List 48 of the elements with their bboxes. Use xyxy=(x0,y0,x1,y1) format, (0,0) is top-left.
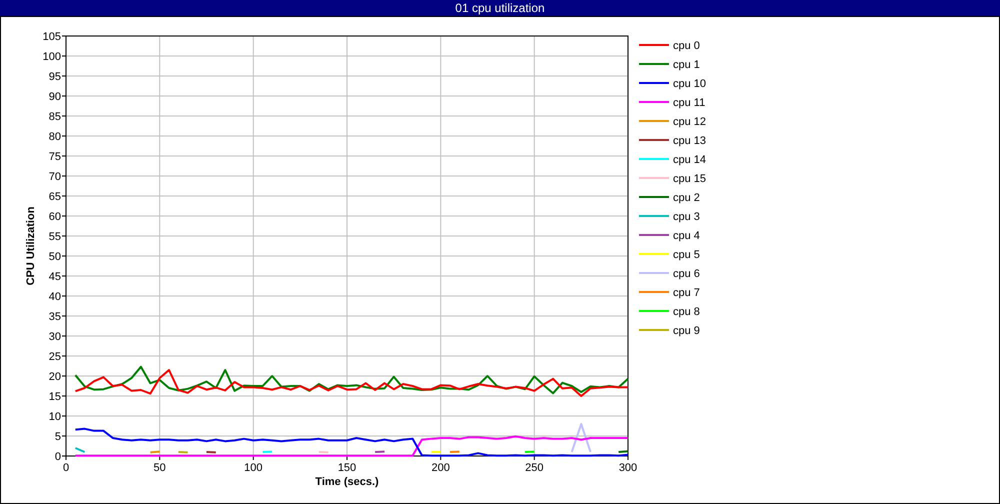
x-tick-label: 250 xyxy=(525,462,544,474)
y-tick-label: 20 xyxy=(48,371,61,383)
y-tick-label: 75 xyxy=(48,151,61,163)
y-tick-label: 50 xyxy=(48,251,61,263)
x-tick-label: 300 xyxy=(618,462,638,474)
y-tick-label: 40 xyxy=(48,291,61,303)
y-tick-label: 25 xyxy=(48,351,61,363)
y-tick-label: 65 xyxy=(48,191,61,203)
y-tick-label: 10 xyxy=(48,411,61,423)
y-tick-label: 85 xyxy=(48,111,61,123)
y-tick-label: 70 xyxy=(48,171,61,183)
legend-label: cpu 11 xyxy=(673,97,706,109)
y-tick-label: 15 xyxy=(48,391,61,403)
x-tick-label: 150 xyxy=(338,462,356,474)
legend-label: cpu 4 xyxy=(673,230,700,242)
y-axis-title: CPU Utilization xyxy=(25,206,37,286)
y-tick-label: 90 xyxy=(48,91,61,103)
legend-label: cpu 5 xyxy=(673,249,700,261)
x-axis-title: Time (secs.) xyxy=(315,476,379,488)
legend-label: cpu 7 xyxy=(673,287,700,299)
y-tick-label: 100 xyxy=(42,51,61,63)
legend-label: cpu 10 xyxy=(673,78,706,90)
legend-label: cpu 14 xyxy=(673,154,706,166)
y-tick-label: 35 xyxy=(48,311,61,323)
legend-label: cpu 12 xyxy=(673,116,706,128)
y-tick-label: 30 xyxy=(48,331,61,343)
legend-label: cpu 3 xyxy=(673,211,700,223)
y-tick-label: 95 xyxy=(48,71,61,83)
x-tick-label: 50 xyxy=(154,462,166,474)
legend-label: cpu 0 xyxy=(673,40,700,52)
y-tick-label: 5 xyxy=(54,431,61,443)
legend-label: cpu 13 xyxy=(673,135,706,147)
y-tick-label: 0 xyxy=(54,451,61,463)
y-tick-label: 45 xyxy=(48,271,61,283)
legend-label: cpu 1 xyxy=(673,59,700,71)
y-tick-label: 80 xyxy=(48,131,61,143)
legend-label: cpu 9 xyxy=(673,325,700,337)
x-tick-label: 100 xyxy=(244,462,263,474)
legend-label: cpu 15 xyxy=(673,173,706,185)
y-tick-label: 55 xyxy=(48,231,61,243)
legend-label: cpu 8 xyxy=(673,306,700,318)
x-tick-label: 0 xyxy=(62,462,70,474)
y-tick-label: 60 xyxy=(48,211,61,223)
legend-label: cpu 6 xyxy=(673,268,700,280)
y-tick-label: 105 xyxy=(42,31,61,43)
window-title: 01 cpu utilization xyxy=(0,0,1000,16)
x-tick-label: 200 xyxy=(431,462,450,474)
legend-label: cpu 2 xyxy=(673,192,700,204)
